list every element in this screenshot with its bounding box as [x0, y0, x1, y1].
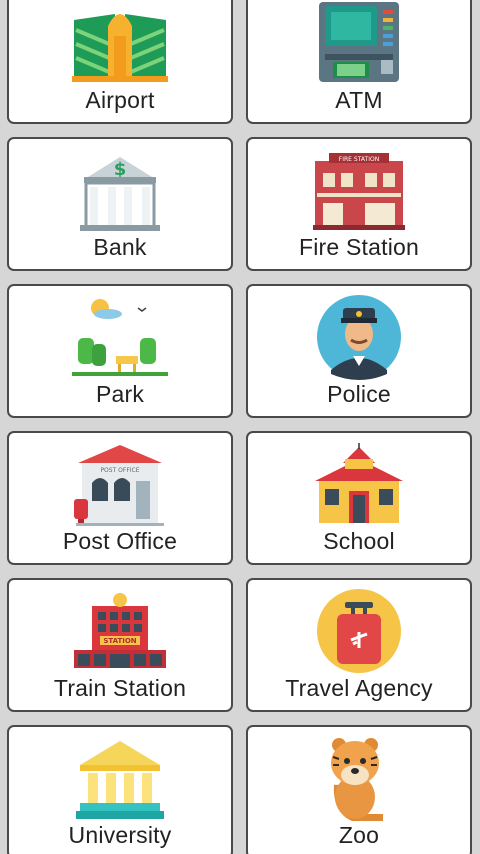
train-station-sign: STATION — [103, 637, 136, 645]
place-card-park[interactable]: Park — [7, 284, 233, 418]
place-card-post-office[interactable]: POST OFFICE Post Office — [7, 431, 233, 565]
place-label: ATM — [335, 87, 383, 113]
place-label: Police — [327, 381, 391, 407]
place-label: Bank — [93, 234, 147, 260]
fire-station-icon: FIRE STATION — [313, 153, 405, 230]
place-label: Post Office — [62, 528, 178, 554]
place-card-airport[interactable]: Airport — [7, 0, 233, 124]
travel-agency-icon — [317, 589, 401, 673]
post-office-icon: POST OFFICE — [74, 445, 164, 526]
train-station-icon: STATION — [74, 593, 166, 668]
fire-station-sign: FIRE STATION — [339, 156, 379, 163]
park-icon — [72, 299, 168, 376]
zoo-icon — [331, 738, 383, 821]
place-label: Zoo — [338, 822, 380, 848]
place-label: Travel Agency — [285, 675, 433, 701]
place-card-police[interactable]: Police — [246, 284, 472, 418]
place-card-travel-agency[interactable]: Travel Agency — [246, 578, 472, 712]
place-card-atm[interactable]: ATM — [246, 0, 472, 124]
airport-icon — [72, 14, 168, 82]
university-icon — [76, 741, 164, 819]
place-label: Airport — [85, 87, 155, 113]
bank-dollar-symbol: $ — [114, 159, 127, 180]
police-icon — [317, 295, 401, 380]
place-label: Train Station — [53, 675, 187, 701]
place-card-university[interactable]: University — [7, 725, 233, 854]
place-card-train-station[interactable]: STATION Train Station — [7, 578, 233, 712]
place-card-bank[interactable]: $ Bank — [7, 137, 233, 271]
post-office-sign: POST OFFICE — [100, 467, 139, 474]
place-card-school[interactable]: School — [246, 431, 472, 565]
place-label: University — [68, 822, 172, 848]
atm-icon — [319, 2, 399, 82]
place-label: School — [323, 528, 395, 554]
place-label: Park — [95, 381, 145, 407]
place-card-fire-station[interactable]: FIRE STATION Fire Station — [246, 137, 472, 271]
bank-icon: $ — [80, 157, 160, 231]
school-icon — [315, 443, 403, 523]
place-label: Fire Station — [298, 234, 419, 260]
place-card-zoo[interactable]: Zoo — [246, 725, 472, 854]
